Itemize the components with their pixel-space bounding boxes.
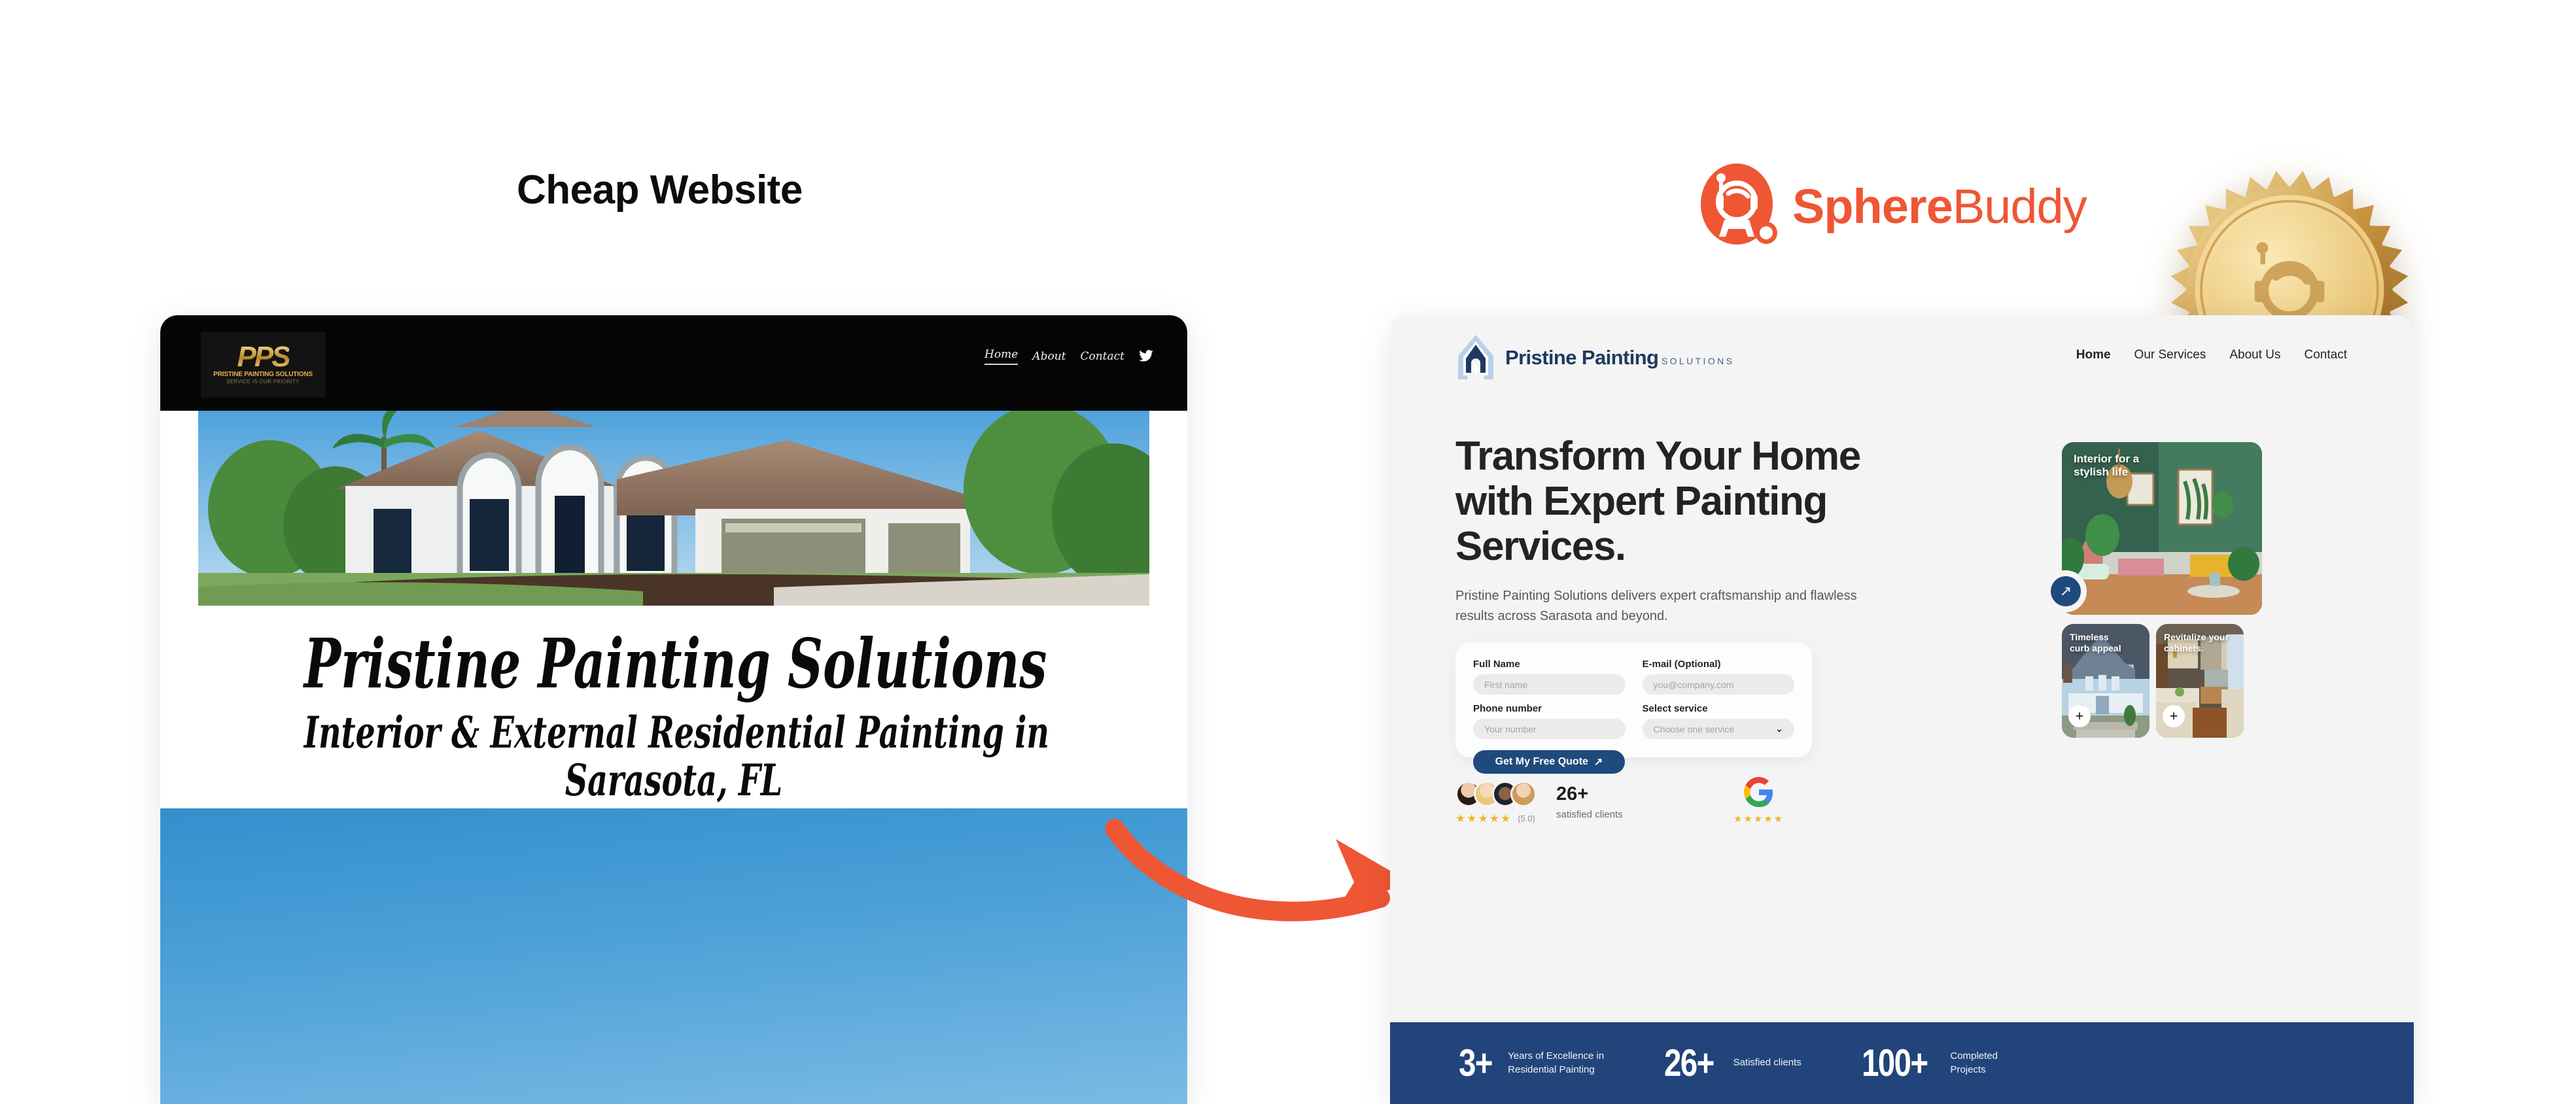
full-name-label: Full Name: [1473, 659, 1520, 670]
old-logo-name: PRISTINE PAINTING SOLUTIONS: [213, 371, 313, 379]
clients-count: 26+: [1556, 784, 1589, 804]
hero-title: Transform Your Home with Expert Painting…: [1455, 434, 1861, 569]
plus-icon: +: [2169, 708, 2178, 724]
new-site-hero: Transform Your Home with Expert Painting…: [1455, 434, 1874, 627]
old-website-preview: PPS PRISTINE PAINTING SOLUTIONS SERVICE …: [160, 315, 1187, 1104]
new-nav-item-services[interactable]: Our Services: [2134, 348, 2206, 362]
hero-subtitle: Pristine Painting Solutions delivers exp…: [1455, 589, 1857, 624]
new-nav-item-contact[interactable]: Contact: [2305, 348, 2347, 362]
old-nav-item-home[interactable]: Home: [984, 348, 1018, 365]
new-logo-name: Pristine Painting: [1505, 345, 1659, 369]
gallery-caption-curb: Timeless curb appeal: [2070, 632, 2121, 653]
phone-group: Phone number Your number: [1473, 703, 1626, 739]
email-label: E-mail (Optional): [1642, 659, 1721, 670]
arrow-up-right-icon: ↗: [1593, 757, 1603, 768]
gallery-caption-interior: Interior for a stylish life: [2074, 453, 2140, 479]
gallery-plus-button-cabinets[interactable]: +: [2163, 705, 2185, 727]
old-logo-monogram: PPS: [237, 340, 290, 373]
new-website-preview: Pristine Painting SOLUTIONS Home Our Ser…: [1390, 315, 2414, 1104]
old-site-header: PPS PRISTINE PAINTING SOLUTIONS SERVICE …: [160, 315, 1187, 411]
old-site-hero-text: Pristine Painting Solutions Interior & E…: [160, 606, 1187, 808]
rating-block: ★★★★★ (5.0): [1455, 781, 1537, 824]
avatar: [1510, 781, 1537, 807]
phone-input[interactable]: Your number: [1473, 719, 1626, 739]
stat-years-number: 3+: [1459, 1041, 1493, 1084]
email-input[interactable]: you@company.com: [1642, 674, 1794, 695]
arrow-up-right-icon: ↗: [2059, 583, 2072, 599]
old-site-subtitle-line1: Interior & External Residential Painting…: [304, 707, 1049, 759]
old-site-nav[interactable]: Home About Contact: [984, 348, 1153, 365]
gallery-caption-cabinets: Revitalize your cabinets.: [2164, 632, 2229, 653]
stat-clients: 26+ Satisfied clients: [1664, 1044, 1801, 1082]
client-avatars: [1455, 781, 1537, 807]
quote-form-card: Full Name First name E-mail (Optional) y…: [1455, 642, 1812, 774]
quote-button-label: Get My Free Quote: [1495, 756, 1588, 767]
wordmark-buddy: Buddy: [1952, 179, 2087, 233]
gallery-arrow-button[interactable]: ↗: [2051, 576, 2081, 606]
new-logo-tagline: SOLUTIONS: [1661, 355, 1735, 366]
stat-years: 3+ Years of Excellence in Residential Pa…: [1459, 1044, 1604, 1082]
old-nav-item-contact[interactable]: Contact: [1080, 350, 1124, 363]
old-site-logo: PPS PRISTINE PAINTING SOLUTIONS SERVICE …: [201, 332, 325, 398]
google-logo-icon: [1743, 777, 1774, 810]
service-group: Select service Choose one service ⌄: [1642, 703, 1794, 739]
full-name-input[interactable]: First name: [1473, 674, 1626, 695]
google-review-block[interactable]: ★★★★★: [1733, 777, 1784, 825]
new-site-nav[interactable]: Home Our Services About Us Contact: [2076, 348, 2347, 362]
clients-count-block: 26+ satisfied clients: [1556, 784, 1623, 821]
gallery-card-interior[interactable]: Interior for a stylish life: [2062, 442, 2262, 615]
new-nav-item-home[interactable]: Home: [2076, 348, 2111, 362]
plus-icon: +: [2075, 708, 2084, 724]
old-site-subtitle-line2: Sarasota, FL: [565, 754, 783, 806]
rating-stars: ★★★★★: [1455, 812, 1512, 825]
social-proof-row: ★★★★★ (5.0) 26+ satisfied clients: [1455, 781, 1623, 824]
old-site-title: Pristine Painting Solutions: [304, 623, 1047, 704]
email-group: E-mail (Optional) you@company.com: [1642, 659, 1794, 695]
house-arch-logo-icon: [1455, 334, 1496, 381]
service-select-value: Choose one service: [1653, 723, 1735, 734]
phone-label: Phone number: [1473, 703, 1542, 714]
twitter-bird-icon[interactable]: [1139, 349, 1153, 364]
service-select[interactable]: Choose one service ⌄: [1642, 719, 1794, 739]
stat-projects: 100+ Completed Projects: [1862, 1044, 1998, 1082]
new-site-header: Pristine Painting SOLUTIONS Home Our Ser…: [1390, 315, 2414, 394]
stat-years-label: Years of Excellence in Residential Paint…: [1508, 1050, 1605, 1075]
service-label: Select service: [1642, 703, 1708, 714]
google-rating-stars: ★★★★★: [1733, 814, 1784, 825]
spherebuddy-wordmark: SphereBuddy: [1792, 182, 2087, 231]
chevron-down-icon: ⌄: [1775, 723, 1783, 734]
stats-bar: 3+ Years of Excellence in Residential Pa…: [1390, 1022, 2414, 1104]
old-site-hero-photo: [198, 411, 1149, 606]
old-nav-item-about[interactable]: About: [1032, 350, 1066, 363]
rating-value: (5.0): [1518, 814, 1535, 823]
new-site-logo[interactable]: Pristine Painting SOLUTIONS: [1455, 334, 1734, 381]
stat-projects-label: Completed Projects: [1950, 1050, 1998, 1075]
spherebuddy-logo: SphereBuddy: [1701, 164, 2087, 250]
old-site-blue-section: [160, 808, 1187, 1104]
astronaut-icon: [1701, 164, 1778, 250]
old-logo-tagline: SERVICE IS OUR PRIORITY: [226, 379, 300, 385]
get-free-quote-button[interactable]: Get My Free Quote ↗: [1473, 750, 1625, 774]
gallery-plus-button-curb[interactable]: +: [2068, 705, 2091, 727]
wordmark-sphere: Sphere: [1792, 179, 1953, 233]
clients-count-label: satisfied clients: [1556, 809, 1623, 820]
cheap-website-label: Cheap Website: [517, 167, 803, 213]
full-name-group: Full Name First name: [1473, 659, 1626, 695]
stat-clients-label: Satisfied clients: [1733, 1057, 1801, 1069]
stat-projects-number: 100+: [1861, 1041, 1928, 1084]
stat-clients-number: 26+: [1664, 1041, 1714, 1084]
new-nav-item-about[interactable]: About Us: [2229, 348, 2280, 362]
